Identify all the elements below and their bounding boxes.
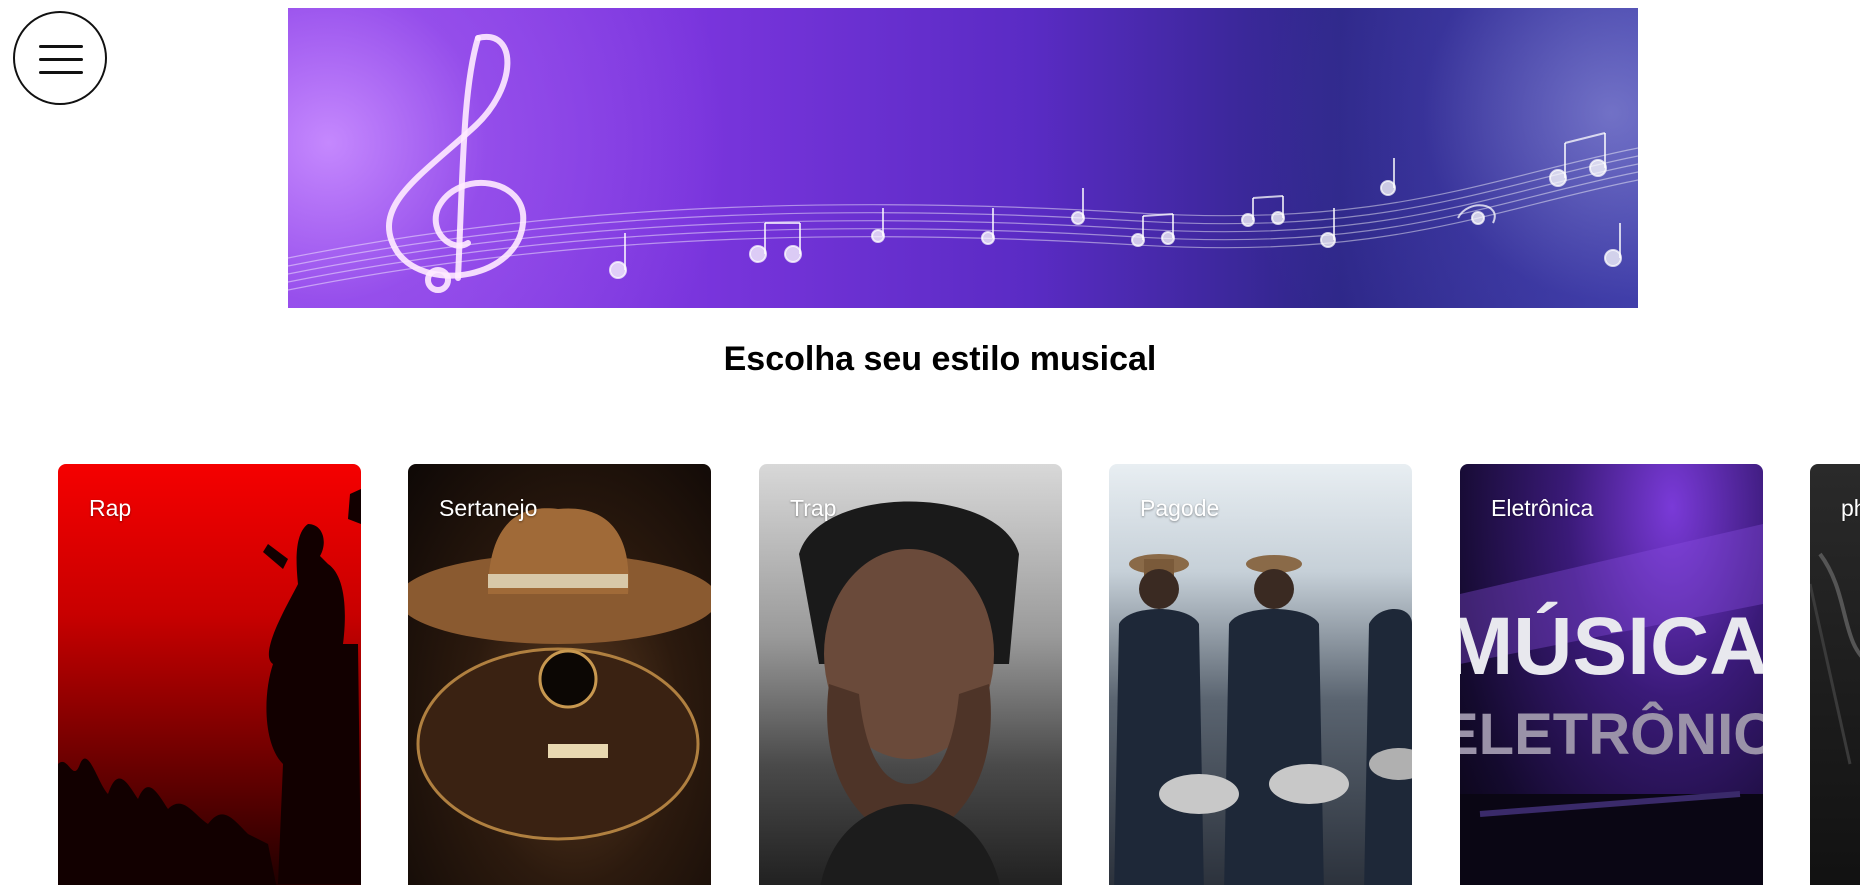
art-text-line2: ELETRÔNICA	[1460, 702, 1763, 767]
rapper-silhouette-image	[58, 489, 361, 885]
trap-artist-portrait-image	[799, 501, 1019, 885]
genre-label: Sertanejo	[439, 495, 538, 521]
hamburger-menu-icon	[39, 45, 83, 48]
genre-card-rap[interactable]: Rap	[58, 464, 361, 885]
genre-card-partial[interactable]: ph	[1810, 464, 1860, 885]
pagode-drummers-image	[1114, 554, 1412, 885]
genre-card-trap[interactable]: Trap	[759, 464, 1062, 885]
genre-label: Trap	[790, 495, 837, 521]
genre-card-pagode[interactable]: Pagode	[1109, 464, 1412, 885]
genre-label: Eletrônica	[1491, 495, 1594, 521]
musica-eletronica-image: MÚSICA ELETRÔNICA	[1460, 524, 1763, 885]
genre-carousel[interactable]: Rap Sertanejo Trap Pagode MÚSICA LETRÔNI…	[0, 464, 1860, 885]
cowboy-hat-guitar-image	[408, 508, 711, 841]
genre-label: Rap	[89, 495, 132, 521]
hamburger-menu-icon-line	[39, 71, 83, 74]
page-title: Escolha seu estilo musical	[723, 340, 1157, 378]
music-banner	[288, 8, 1638, 308]
treble-clef-music-notes-banner	[288, 33, 1638, 293]
hamburger-menu-icon-line	[39, 58, 83, 61]
genre-card-sertanejo[interactable]: Sertanejo	[408, 464, 711, 885]
genre-label: ph	[1841, 495, 1860, 521]
art-text-line1: MÚSICA	[1460, 601, 1763, 692]
genre-card-eletronica[interactable]: MÚSICA ELETRÔNICA Eletrônica	[1460, 464, 1763, 885]
genre-label: Pagode	[1140, 495, 1220, 521]
partial-card-image	[1810, 552, 1860, 765]
menu-button[interactable]	[13, 11, 107, 105]
